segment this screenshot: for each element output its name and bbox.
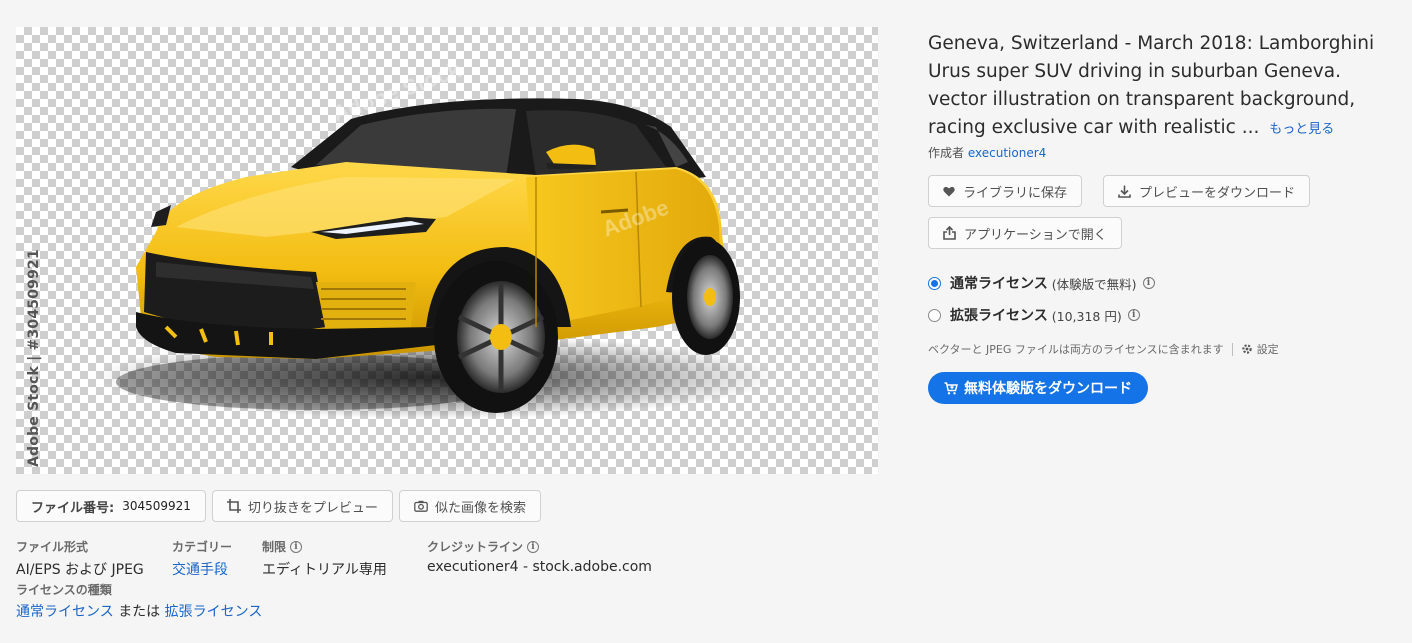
download-trial-label: 無料体験版をダウンロード (964, 381, 1132, 397)
license-note: ベクターと JPEG ファイルは両方のライセンスに含まれます 設定 (928, 341, 1279, 357)
download-icon (1118, 185, 1131, 198)
info-icon[interactable]: i (527, 540, 540, 553)
divider (1231, 342, 1233, 356)
standard-license-name: 通常ライセンス (950, 276, 1048, 292)
standard-license-radio[interactable] (928, 276, 941, 290)
save-to-library-button[interactable]: ライブラリに保存 (928, 175, 1083, 207)
or-text: または (118, 604, 161, 620)
restriction-section: 制限 i エディトリアル専用 (262, 538, 387, 579)
stock-image-preview[interactable]: Adobe Stock Adobe Adobe Stock | #3045099… (16, 27, 878, 474)
crop-preview-label: 切り抜きをプレビュー (247, 500, 378, 516)
license-note-text: ベクターと JPEG ファイルは両方のライセンスに含まれます (928, 343, 1224, 356)
extended-license-link[interactable]: 拡張ライセンス (165, 604, 263, 620)
download-preview-button[interactable]: プレビューをダウンロード (1103, 175, 1311, 207)
download-trial-button[interactable]: 無料体験版をダウンロード (928, 372, 1148, 404)
crop-icon (226, 499, 241, 513)
crop-preview-button[interactable]: 切り抜きをプレビュー (211, 490, 393, 522)
save-to-library-label: ライブラリに保存 (963, 185, 1068, 201)
file-number-label: ファイル番号: (31, 500, 115, 516)
credit-value: executioner4 - stock.adobe.com (427, 559, 652, 575)
watermark-text: Adobe Stock | #304509921 (26, 249, 42, 467)
author-link[interactable]: executioner4 (968, 146, 1046, 160)
open-in-app-label: アプリケーションで開く (964, 227, 1107, 243)
license-type-label: ライセンスの種類 (16, 583, 112, 597)
extended-license-radio[interactable] (928, 308, 941, 322)
credit-section: クレジットライン i executioner4 - stock.adobe.co… (427, 538, 652, 575)
info-icon[interactable]: i (290, 540, 303, 553)
restriction-label: 制限 (262, 540, 287, 554)
gear-icon[interactable] (1241, 343, 1253, 355)
more-link[interactable]: もっと見る (1269, 122, 1334, 137)
category-section: カテゴリー 交通手段 (172, 538, 232, 579)
info-icon[interactable]: i (1127, 309, 1140, 321)
standard-license-price: (体験版で無料) (1051, 276, 1137, 292)
restriction-value: エディトリアル専用 (262, 562, 387, 578)
info-icon[interactable]: i (1142, 277, 1155, 289)
category-link[interactable]: 交通手段 (172, 559, 232, 579)
category-label: カテゴリー (172, 540, 233, 554)
share-icon (943, 226, 956, 240)
author-prefix: 作成者 (928, 146, 965, 160)
extended-license-name: 拡張ライセンス (950, 308, 1048, 324)
download-preview-label: プレビューをダウンロード (1139, 185, 1296, 201)
open-in-app-button[interactable]: アプリケーションで開く (928, 217, 1122, 249)
extended-license-price: (10,318 円) (1051, 308, 1122, 324)
settings-link[interactable]: 設定 (1257, 341, 1279, 357)
find-similar-button[interactable]: 似た画像を検索 (398, 490, 541, 522)
car-illustration: Adobe Stock Adobe (96, 57, 776, 419)
asset-title: Geneva, Switzerland - March 2018: Lambor… (928, 30, 1398, 144)
image-actions: ファイル番号: 304509921 切り抜きをプレビュー 似た画像を検索 (16, 490, 541, 522)
heart-icon (943, 186, 955, 197)
cart-icon (944, 381, 958, 395)
file-number-value: 304509921 (122, 499, 191, 513)
extended-license-option[interactable]: 拡張ライセンス (10,318 円) i (928, 305, 1140, 325)
credit-label: クレジットライン (427, 540, 524, 554)
file-number-chip[interactable]: ファイル番号: 304509921 (16, 490, 206, 522)
author-line: 作成者 executioner4 (928, 144, 1046, 161)
standard-license-option[interactable]: 通常ライセンス (体験版で無料) i (928, 273, 1155, 293)
find-similar-label: 似た画像を検索 (434, 500, 526, 516)
standard-license-link[interactable]: 通常ライセンス (16, 604, 114, 620)
camera-icon (414, 500, 428, 512)
